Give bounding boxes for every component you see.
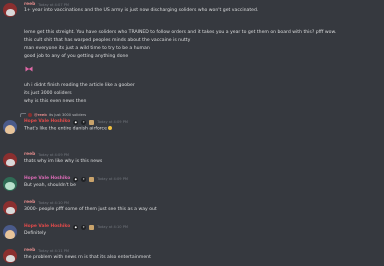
badge-emoji-icon bbox=[89, 176, 95, 182]
timestamp: Today at 4:11 PM bbox=[38, 249, 70, 253]
username[interactable]: reeb bbox=[24, 248, 35, 254]
timestamp: Today at 4:10 PM bbox=[38, 201, 70, 205]
message-header: Hope Vale Hoshiko ◆ ✦ Today at 4:09 PM bbox=[24, 176, 128, 182]
avatar[interactable] bbox=[3, 3, 17, 17]
avatar[interactable] bbox=[3, 225, 17, 239]
message-text: That's like the entire danish airforce bbox=[24, 126, 113, 133]
message-text: 1+ year into vaccinations and the US arm… bbox=[24, 8, 259, 13]
message-header: Hope Vale Hoshiko ◆ ✦ Today at 4:10 PM bbox=[24, 224, 128, 230]
username[interactable]: reeb bbox=[24, 152, 35, 158]
bow-emoji-icon bbox=[25, 66, 33, 72]
avatar[interactable] bbox=[3, 120, 17, 134]
crying-emoji-icon bbox=[108, 126, 113, 130]
timestamp: Today at 4:09 PM bbox=[97, 120, 129, 124]
reply-preview[interactable]: @reeb its just 3000 soliders bbox=[20, 113, 86, 117]
chat-messages: reeb Today at 4:07 PM 1+ year into vacci… bbox=[0, 0, 384, 266]
username[interactable]: Hope Vale Hoshiko bbox=[24, 119, 70, 125]
timestamp: Today at 4:09 PM bbox=[38, 153, 70, 157]
message-text: its just 3000 soliders bbox=[24, 91, 72, 96]
message-text: thats why im like why is this news bbox=[24, 159, 103, 164]
message-text: leme get this streight. You have solider… bbox=[24, 30, 337, 35]
role-badge-icon: ✦ bbox=[81, 176, 87, 182]
reply-avatar bbox=[28, 113, 32, 117]
avatar[interactable] bbox=[3, 177, 17, 191]
message-text: why is this even news then bbox=[24, 99, 87, 104]
message-text: But yeah, shouldn't be bbox=[24, 183, 76, 188]
message-header: reeb Today at 4:11 PM bbox=[24, 248, 69, 254]
reply-username: @reeb bbox=[34, 113, 47, 117]
username[interactable]: Hope Vale Hoshiko bbox=[24, 224, 70, 230]
reply-curve-icon bbox=[20, 113, 26, 117]
username[interactable]: Hope Vale Hoshiko bbox=[24, 176, 70, 182]
message-text: this cult shit that has warped peoples m… bbox=[24, 38, 191, 43]
role-badge-icon: ✦ bbox=[81, 224, 87, 230]
role-badge-icon: ◆ bbox=[73, 119, 79, 125]
avatar[interactable] bbox=[3, 153, 17, 167]
badge-emoji-icon bbox=[89, 119, 95, 125]
message-text: man everyone its just a wild time to try… bbox=[24, 46, 150, 51]
message-text: the problem with news rn is that its als… bbox=[24, 255, 151, 260]
reply-text: its just 3000 soliders bbox=[48, 113, 87, 117]
message-body: That's like the entire danish airforce bbox=[24, 126, 107, 132]
role-badge-icon: ✦ bbox=[81, 119, 87, 125]
message-text: Definitely bbox=[24, 231, 47, 236]
message-header: reeb Today at 4:09 PM bbox=[24, 152, 69, 158]
message-text: good job to any of you getting anything … bbox=[24, 54, 129, 59]
message-text: uh i didnt finish reading the article li… bbox=[24, 83, 135, 88]
message-text: 3000- people pfff some of them just see … bbox=[24, 207, 157, 212]
role-badge-icon: ◆ bbox=[73, 224, 79, 230]
username[interactable]: reeb bbox=[24, 200, 35, 206]
badge-emoji-icon bbox=[89, 224, 95, 230]
avatar[interactable] bbox=[3, 201, 17, 215]
timestamp: Today at 4:10 PM bbox=[97, 225, 129, 229]
avatar[interactable] bbox=[3, 249, 17, 263]
role-badge-icon: ◆ bbox=[73, 176, 79, 182]
message-header: Hope Vale Hoshiko ◆ ✦ Today at 4:09 PM bbox=[24, 119, 128, 125]
timestamp: Today at 4:09 PM bbox=[97, 177, 129, 181]
message-header: reeb Today at 4:10 PM bbox=[24, 200, 69, 206]
